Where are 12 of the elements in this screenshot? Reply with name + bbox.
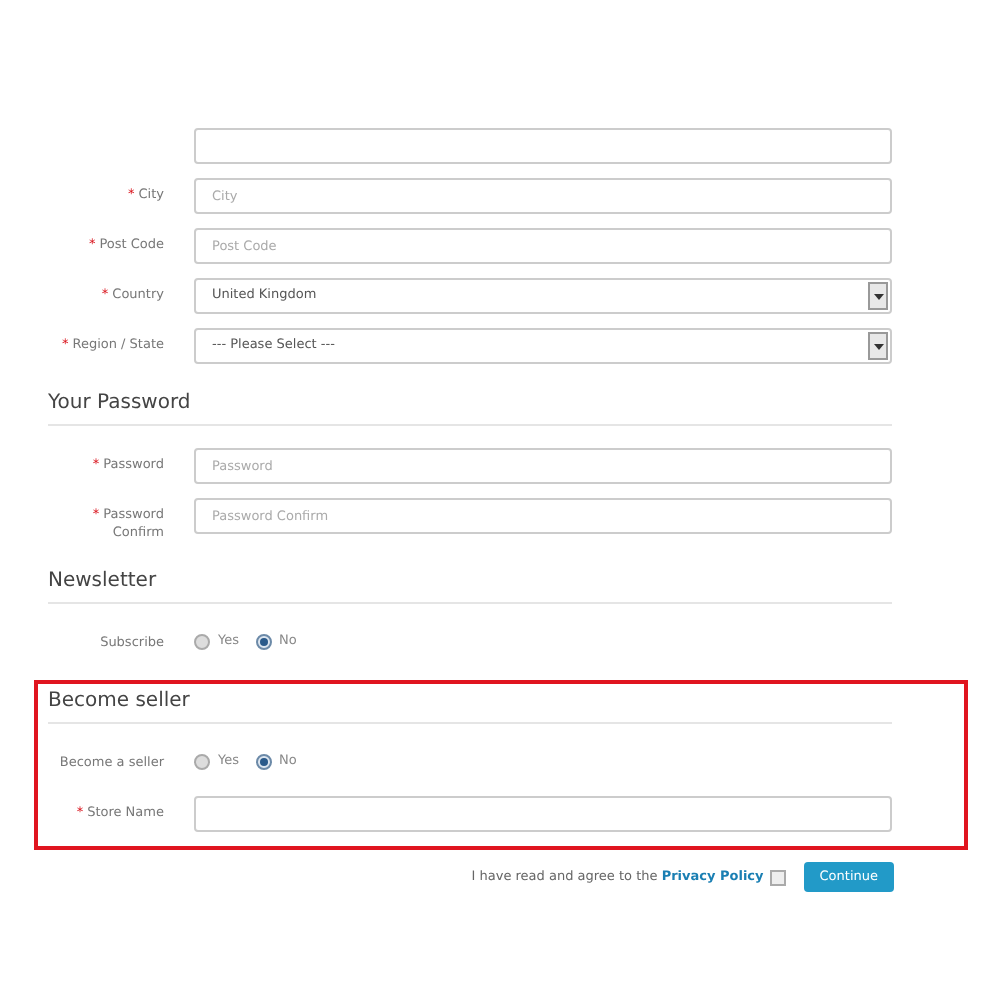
radio-button[interactable] xyxy=(255,634,271,651)
radio-button[interactable] xyxy=(255,754,271,771)
caret-icon xyxy=(868,282,888,310)
text-field[interactable] xyxy=(194,128,892,164)
caret-icon xyxy=(868,332,888,360)
section-heading: Your Password xyxy=(48,392,892,426)
section-heading: Newsletter xyxy=(48,570,892,605)
radio-button[interactable] xyxy=(194,754,210,771)
text-field[interactable] xyxy=(194,796,892,833)
section-heading: Become seller xyxy=(48,690,892,725)
radio-button[interactable] xyxy=(194,634,210,651)
checkbox[interactable] xyxy=(769,869,786,886)
